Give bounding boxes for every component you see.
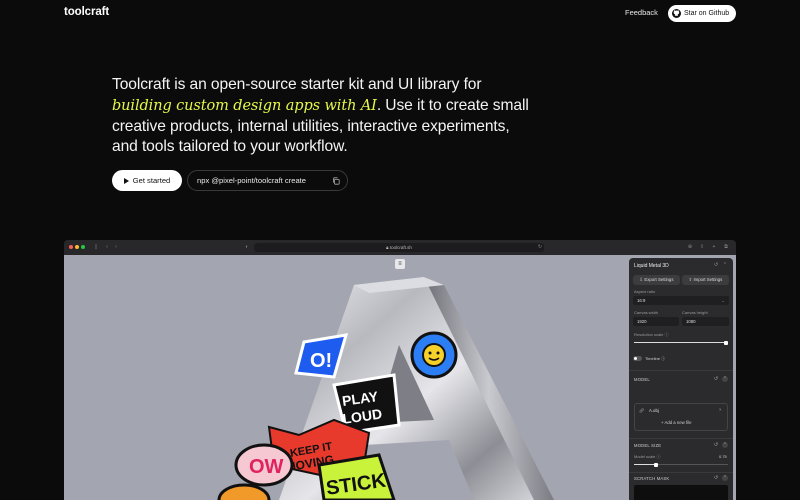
model-scale-text: Model scale [634,454,656,459]
import-settings-button[interactable]: ⇧ Import Settings [682,275,729,285]
info-icon: ⓘ [661,356,666,361]
model-scale-value: 0.75 [719,454,727,459]
top-nav: toolcraft Feedback Star on Github [0,0,800,26]
resolution-scale-fill [634,342,728,343]
hero-text: Toolcraft is an open-source starter kit … [112,75,532,158]
settings-panel: Liquid Metal 3D ↺ ⌃ ⇩ Export Settings ⇧ … [629,258,733,500]
timeline-label: Timeline ⓘ [645,356,665,362]
model-scale-label: Model scale ⓘ [634,454,660,460]
resolution-scale-label: Resolution scale ⓘ [634,332,668,338]
minimize-dot-icon[interactable] [75,245,79,249]
aspect-ratio-label: Aspect ratio [634,289,656,294]
add-file-button[interactable]: + Add a new file [661,420,691,425]
export-settings-button[interactable]: ⇩ Export Settings [633,275,680,285]
remove-file-icon[interactable]: × [719,407,722,412]
collapse-icon[interactable]: ⌃ [722,376,728,382]
brand-logo[interactable]: toolcraft [64,6,109,18]
forward-icon[interactable]: › [113,244,119,250]
sticker-orange-k [217,483,271,500]
chevron-down-icon: ⌄ [721,298,725,303]
svg-text:OW: OW [249,456,284,478]
star-on-github-button[interactable]: Star on Github [668,5,736,22]
app-preview-window: ▯ ‹ › ◐ 🔒︎ toolcraft.sh ↻ ⊕ ⇧ + ⧉ ≡ O! P… [64,240,736,500]
scratch-mask-section-title: SCRATCH MASK [634,476,670,481]
aspect-ratio-value: 16:9 [637,298,646,303]
download-icon[interactable]: ⊕ [687,244,693,250]
model-file-name: A.obj [649,408,659,413]
hero-text-lead: Toolcraft is an open-source starter kit … [112,76,482,93]
github-button-label: Star on Github [684,10,730,17]
reset-icon[interactable]: ↺ [713,376,719,382]
resolution-scale-text: Resolution scale [634,332,664,337]
canvas-width-label: Canvas width [634,310,659,315]
canvas-height-label: Canvas height [682,310,708,315]
render-canvas[interactable]: ≡ O! PLAY LOUD KEEP IT MOVING OW STICK L… [64,255,736,500]
share-icon[interactable]: ⇧ [699,244,705,250]
add-file-label: Add a new file [664,420,692,425]
model-scale-slider[interactable] [634,462,728,467]
sidebar-toggle-icon[interactable]: ▯ [93,244,99,250]
url-text: toolcraft.sh [389,245,412,250]
canvas-height-input[interactable]: 1080 [682,317,729,326]
divider [629,472,733,473]
model-scale-knob[interactable] [653,462,658,467]
copy-icon[interactable] [332,177,340,185]
scratch-mask-preview[interactable] [634,485,728,500]
close-dot-icon[interactable] [69,245,73,249]
export-settings-label: Export Settings [644,277,674,282]
import-settings-label: Import Settings [693,277,723,282]
panel-title: Liquid Metal 3D [634,263,669,269]
divider [629,370,733,371]
model-size-section-title: MODEL SIZE [634,443,662,448]
divider [629,438,733,439]
hero-highlight: building custom design apps with AI [112,97,377,114]
canvas-width-input[interactable]: 1920 [633,317,679,326]
new-tab-icon[interactable]: + [711,244,717,250]
feedback-link[interactable]: Feedback [625,8,658,17]
install-command-box[interactable]: npx @pixel-point/toolcraft create [187,170,348,191]
info-icon: ⓘ [664,332,669,337]
model-file-dropzone[interactable]: 🔗︎ A.obj × + Add a new file [634,403,728,431]
collapse-icon[interactable]: ⌃ [722,442,728,448]
metal-letter-artwork: O! PLAY LOUD KEEP IT MOVING OW STICK [217,277,554,500]
sticker-ow: OW [234,443,294,487]
timeline-toggle[interactable] [633,356,642,361]
svg-text:O!: O! [310,350,332,372]
reload-icon[interactable]: ↻ [537,244,543,250]
aspect-ratio-select[interactable]: 16:9 ⌄ [633,296,729,305]
theme-icon[interactable]: ◐ [244,244,250,250]
maximize-dot-icon[interactable] [81,245,85,249]
play-icon [123,177,129,184]
back-icon[interactable]: ‹ [104,244,110,250]
resolution-scale-knob[interactable] [724,340,728,345]
collapse-icon[interactable]: ⌃ [722,475,728,481]
install-command-text: npx @pixel-point/toolcraft create [197,176,307,185]
tabs-overview-icon[interactable]: ⧉ [723,244,729,250]
collapse-icon[interactable]: ⌃ [722,262,728,268]
reset-icon[interactable]: ↺ [713,442,719,448]
timeline-text: Timeline [645,356,660,361]
sticker-flower [410,331,458,379]
reset-icon[interactable]: ↺ [713,262,719,268]
model-section-title: MODEL [634,377,650,382]
resolution-scale-slider[interactable] [634,340,728,345]
sticker-stick-it: STICK [317,453,396,500]
browser-chrome: ▯ ‹ › ◐ 🔒︎ toolcraft.sh ↻ ⊕ ⇧ + ⧉ [64,240,736,255]
info-icon: ⓘ [656,454,661,459]
get-started-button[interactable]: Get started [112,170,182,191]
url-bar[interactable]: 🔒︎ toolcraft.sh [254,243,544,252]
github-icon [672,9,681,18]
attachment-icon: 🔗︎ [639,408,645,413]
get-started-label: Get started [132,176,171,185]
reset-icon[interactable]: ↺ [713,475,719,481]
